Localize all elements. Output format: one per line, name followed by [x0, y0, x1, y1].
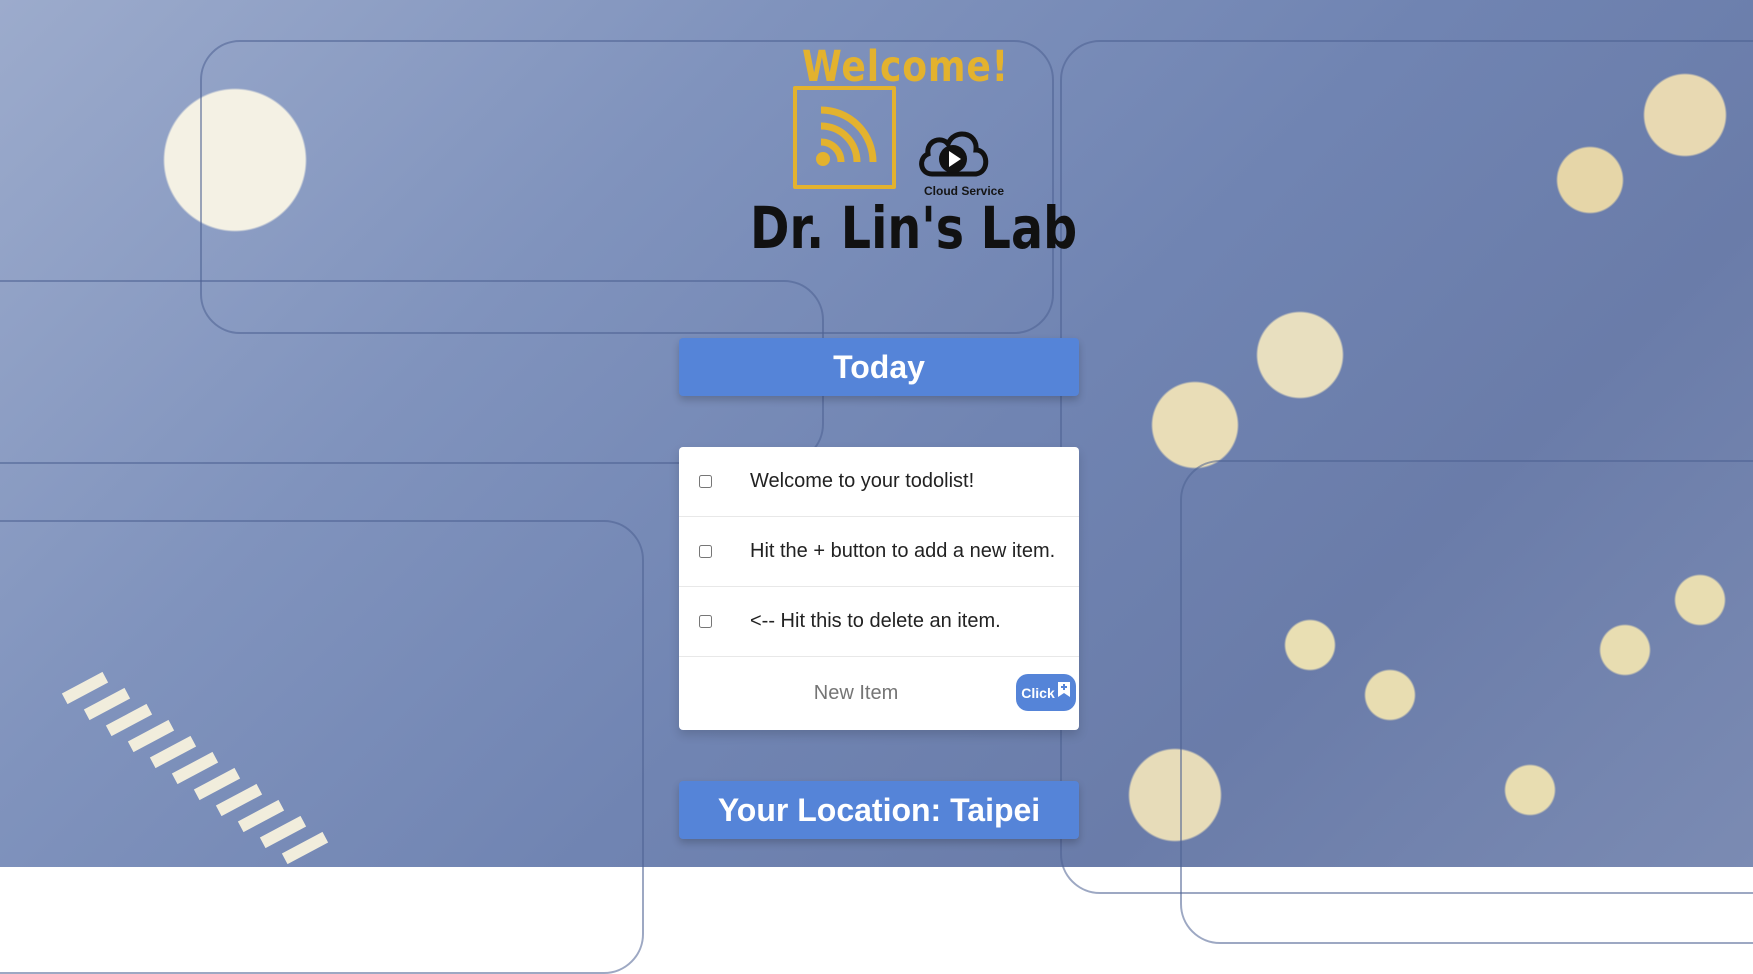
cloud-play-icon: [914, 122, 992, 186]
lab-name: Dr. Lin's Lab: [750, 194, 1078, 262]
item-label: <-- Hit this to delete an item.: [750, 610, 1001, 632]
list-item: <-- Hit this to delete an item.: [679, 587, 1079, 657]
delete-checkbox[interactable]: [699, 545, 712, 558]
item-label: Welcome to your todolist!: [750, 470, 975, 492]
list-item: Hit the + button to add a new item.: [679, 517, 1079, 587]
item-label: Hit the + button to add a new item.: [750, 540, 1056, 562]
bookmark-add-icon: [1057, 681, 1071, 698]
delete-checkbox[interactable]: [699, 615, 712, 628]
welcome-heading: Welcome!: [802, 42, 1009, 92]
delete-checkbox[interactable]: [699, 475, 712, 488]
list-title: Today: [679, 338, 1079, 396]
location-banner: Your Location: Taipei: [679, 781, 1079, 839]
new-item-row: Click: [679, 657, 1079, 728]
add-item-button[interactable]: Click: [1016, 674, 1076, 711]
todo-list-card: Welcome to your todolist! Hit the + butt…: [679, 447, 1079, 730]
rss-logo-icon: [793, 86, 896, 189]
new-item-input[interactable]: [704, 669, 1008, 717]
add-button-label: Click: [1021, 684, 1055, 701]
list-item: Welcome to your todolist!: [679, 447, 1079, 517]
